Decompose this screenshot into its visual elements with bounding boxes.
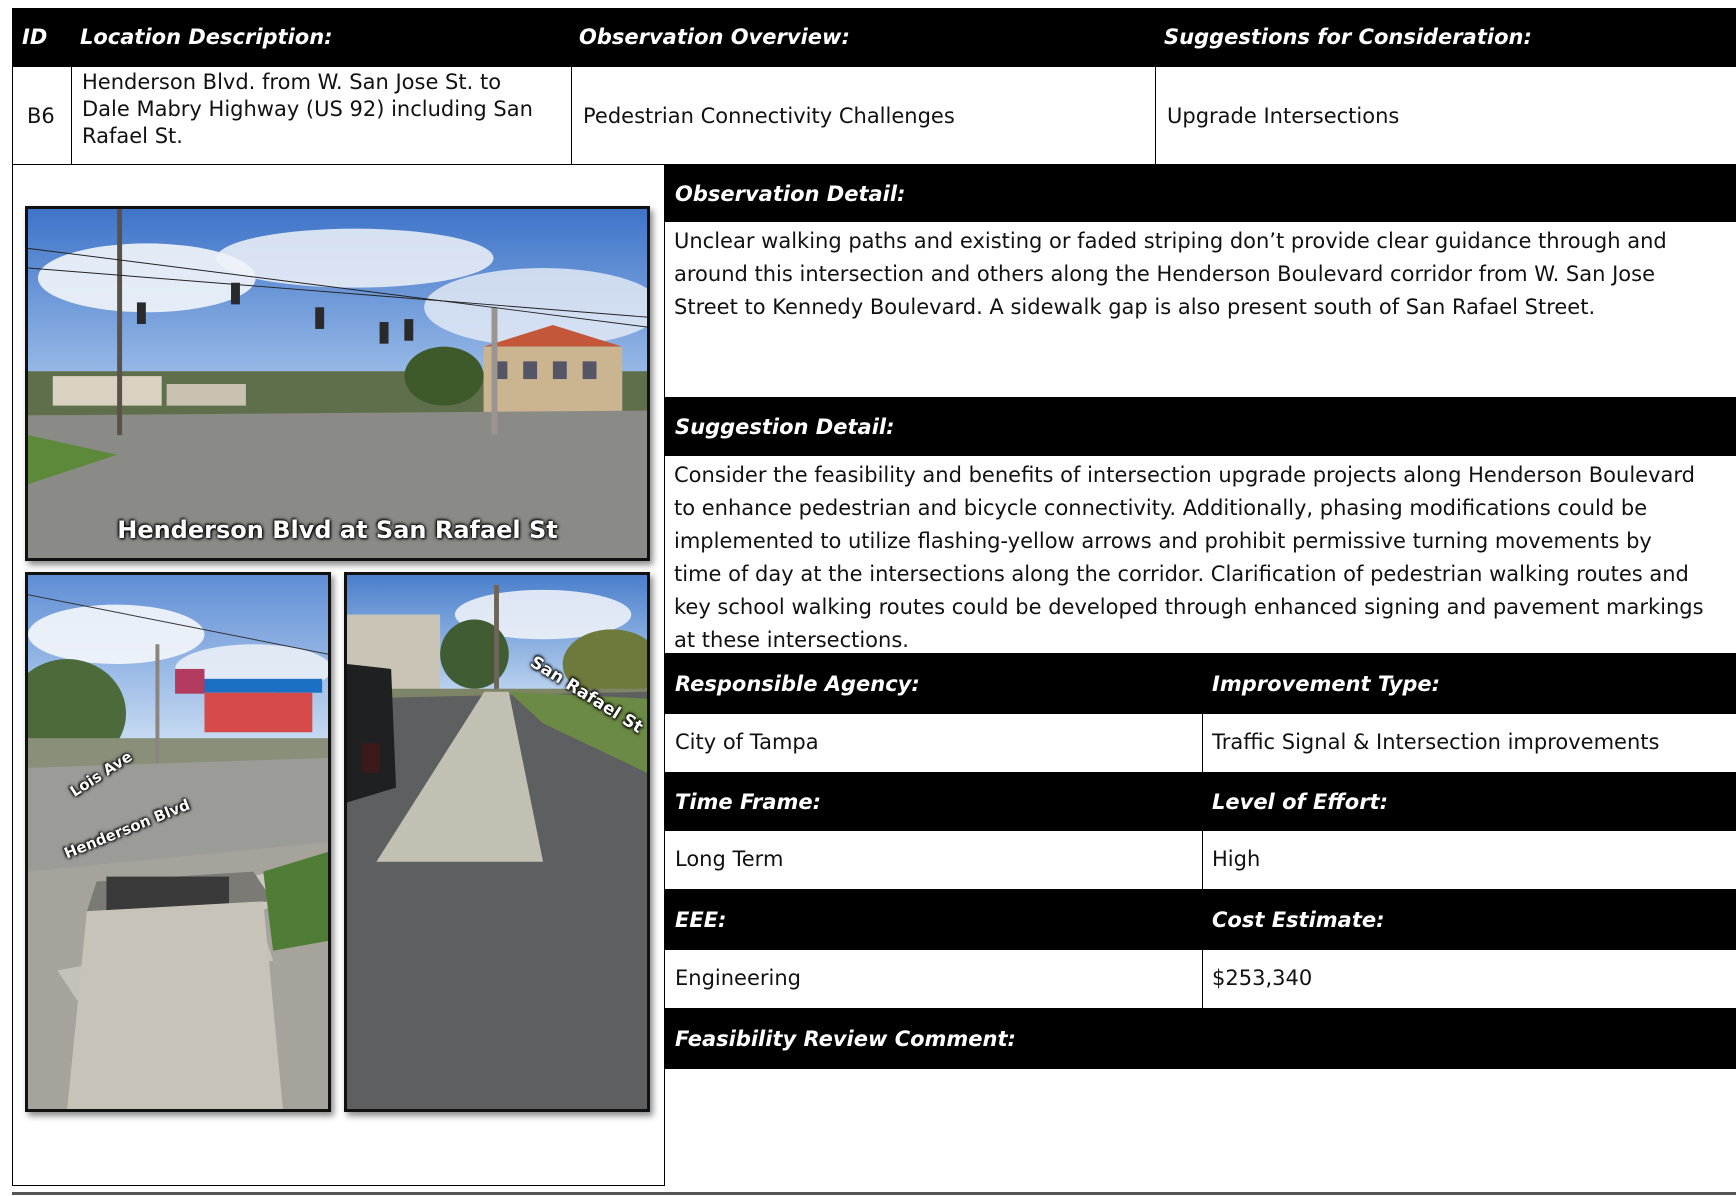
id-cell: B6: [13, 67, 72, 165]
improvement-type-value: Traffic Signal & Intersection improvemen…: [1212, 730, 1660, 754]
observation-value: Pedestrian Connectivity Challenges: [583, 103, 955, 128]
eee-cost-header: EEE: Cost Estimate:: [665, 889, 1736, 950]
responsible-agency-label: Responsible Agency:: [675, 671, 920, 696]
level-of-effort-value: High: [1212, 847, 1261, 871]
header-location: Location Description:: [80, 25, 333, 49]
intersection-photo-image: [28, 209, 647, 558]
table-header: ID Location Description: Observation Ove…: [12, 8, 1736, 67]
cost-estimate-value: $253,340: [1212, 966, 1313, 990]
time-effort-header: Time Frame: Level of Effort:: [665, 772, 1736, 831]
suggestion-detail-line: key school walking routes could be devel…: [674, 595, 1704, 619]
agency-type-header: Responsible Agency: Improvement Type:: [665, 653, 1736, 714]
suggestion-detail-line: Consider the feasibility and benefits of…: [674, 463, 1695, 487]
level-of-effort-label: Level of Effort:: [1212, 789, 1388, 814]
agency-type-row: City of Tampa Traffic Signal & Intersect…: [665, 714, 1736, 772]
suggestion-detail-line: implemented to utilize flashing-yellow a…: [674, 529, 1652, 553]
bottom-rule: [12, 1192, 1736, 1195]
intersection-photo: Henderson Blvd at San Rafael St: [25, 206, 650, 561]
sidewalk-photo: San Rafael St: [344, 572, 650, 1112]
observation-detail-body: Unclear walking paths and existing or fa…: [665, 225, 1736, 397]
feasibility-header: Feasibility Review Comment:: [665, 1008, 1736, 1069]
feasibility-label: Feasibility Review Comment:: [675, 1026, 1016, 1051]
sidewalk-photo-image: [347, 575, 647, 1109]
suggestion-detail-line: time of day at the intersections along t…: [674, 562, 1689, 586]
observation-detail-line: Street to Kennedy Boulevard. A sidewalk …: [674, 295, 1596, 319]
suggestion-detail-heading: Suggestion Detail:: [675, 414, 895, 439]
header-id: ID: [22, 25, 48, 49]
observation-detail-line: Unclear walking paths and existing or fa…: [674, 229, 1667, 253]
id-value: B6: [27, 103, 55, 128]
responsible-agency-value: City of Tampa: [675, 730, 819, 754]
column-divider: [1202, 950, 1203, 1008]
suggestion-detail-header: Suggestion Detail:: [665, 397, 1736, 456]
cost-estimate-label: Cost Estimate:: [1212, 907, 1385, 932]
header-suggestions: Suggestions for Consideration:: [1164, 25, 1532, 49]
table-row: B6 Henderson Blvd. from W. San Jose St. …: [12, 67, 1736, 165]
location-line: Henderson Blvd. from W. San Jose St. to: [82, 70, 502, 94]
location-line: Rafael St.: [82, 124, 183, 148]
crosswalk-photo: Lois Ave Henderson Blvd: [25, 572, 331, 1112]
location-line: Dale Mabry Highway (US 92) including San: [82, 97, 533, 121]
header-observation: Observation Overview:: [579, 25, 850, 49]
suggestion-value: Upgrade Intersections: [1167, 103, 1400, 128]
column-divider: [1202, 831, 1203, 889]
time-frame-value: Long Term: [675, 847, 784, 871]
location-cell: Henderson Blvd. from W. San Jose St. to …: [72, 67, 572, 165]
improvement-type-label: Improvement Type:: [1212, 671, 1441, 696]
suggestion-detail-line: to enhance pedestrian and bicycle connec…: [674, 496, 1648, 520]
eee-value: Engineering: [675, 966, 801, 990]
suggestion-detail-body: Consider the feasibility and benefits of…: [665, 459, 1736, 653]
document-page: ID Location Description: Observation Ove…: [0, 0, 1736, 1196]
feasibility-body: [665, 1072, 1736, 1182]
observation-detail-header: Observation Detail:: [665, 165, 1736, 222]
main-photo-caption: Henderson Blvd at San Rafael St: [117, 516, 558, 544]
column-divider: [1202, 714, 1203, 772]
time-frame-label: Time Frame:: [675, 789, 822, 814]
observation-cell: Pedestrian Connectivity Challenges: [572, 67, 1156, 165]
suggestion-cell: Upgrade Intersections: [1156, 67, 1736, 165]
observation-detail-line: around this intersection and others alon…: [674, 262, 1656, 286]
time-effort-row: Long Term High: [665, 831, 1736, 889]
eee-cost-row: Engineering $253,340: [665, 950, 1736, 1008]
eee-label: EEE:: [675, 907, 727, 932]
observation-detail-heading: Observation Detail:: [675, 181, 906, 206]
